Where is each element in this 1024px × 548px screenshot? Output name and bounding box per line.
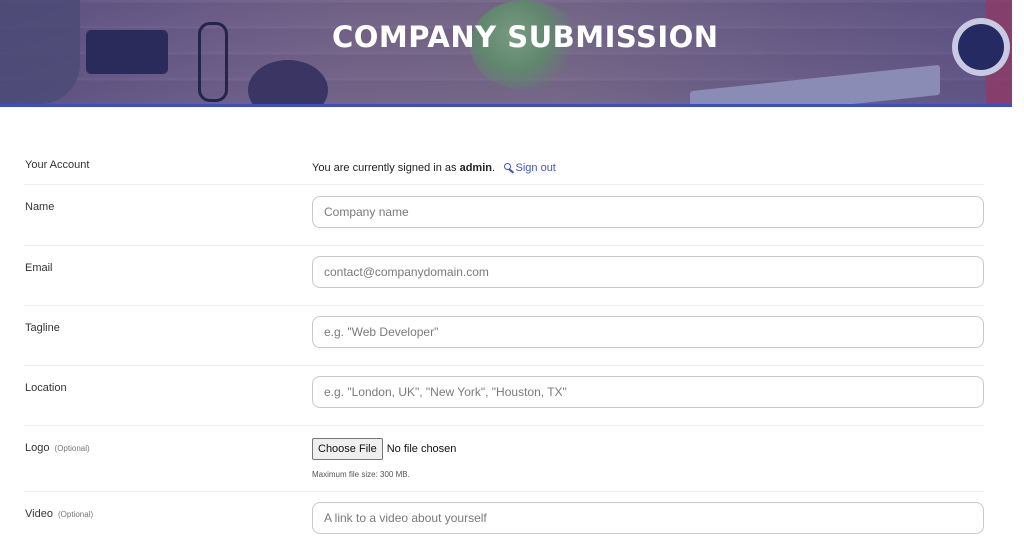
- logo-optional-label: (Optional): [54, 444, 90, 453]
- form-row-video: Video (Optional): [24, 492, 984, 548]
- video-label: Video: [25, 508, 53, 520]
- sign-out-link[interactable]: Sign out: [500, 158, 556, 175]
- form-row-email: Email: [24, 246, 984, 306]
- logo-label: Logo: [25, 442, 50, 454]
- video-link-input[interactable]: [312, 502, 984, 534]
- file-status: No file chosen: [386, 443, 457, 455]
- account-username: admin: [459, 162, 492, 174]
- header-accent-bar: [0, 104, 1012, 107]
- account-text: You are currently signed in as admin.: [312, 162, 495, 174]
- form-row-location: Location: [24, 366, 984, 426]
- name-label: Name: [25, 201, 55, 213]
- location-label: Location: [25, 382, 67, 394]
- video-label-wrap: Video (Optional): [25, 508, 93, 520]
- logo-label-wrap: Logo (Optional): [25, 442, 90, 454]
- logo-help-text: Maximum file size: 300 MB.: [312, 470, 410, 479]
- account-label: Your Account: [25, 159, 90, 171]
- choose-file-button[interactable]: Choose File: [312, 438, 383, 460]
- sign-out-label: Sign out: [515, 162, 556, 174]
- tagline-input[interactable]: [312, 316, 984, 348]
- email-label: Email: [25, 262, 53, 274]
- form-row-tagline: Tagline: [24, 306, 984, 366]
- email-input[interactable]: [312, 256, 984, 288]
- form-row-logo: Logo (Optional) Choose File No file chos…: [24, 426, 984, 492]
- video-optional-label: (Optional): [58, 510, 94, 519]
- location-input[interactable]: [312, 376, 984, 408]
- company-name-input[interactable]: [312, 196, 984, 228]
- form-row-name: Name: [24, 185, 984, 246]
- page-title: COMPANY SUBMISSION: [332, 20, 719, 54]
- logo-file-input: Choose File No file chosen: [312, 438, 984, 460]
- key-icon: [503, 163, 515, 172]
- company-submission-form: Your Account You are currently signed in…: [24, 145, 984, 548]
- account-text-period: .: [491, 162, 496, 174]
- account-info: You are currently signed in as admin. Si…: [312, 158, 984, 176]
- account-text-prefix: You are currently signed in as: [312, 162, 457, 174]
- header-banner: COMPANY SUBMISSION: [0, 0, 1012, 104]
- form-row-account: Your Account You are currently signed in…: [24, 145, 984, 185]
- tagline-label: Tagline: [25, 322, 60, 334]
